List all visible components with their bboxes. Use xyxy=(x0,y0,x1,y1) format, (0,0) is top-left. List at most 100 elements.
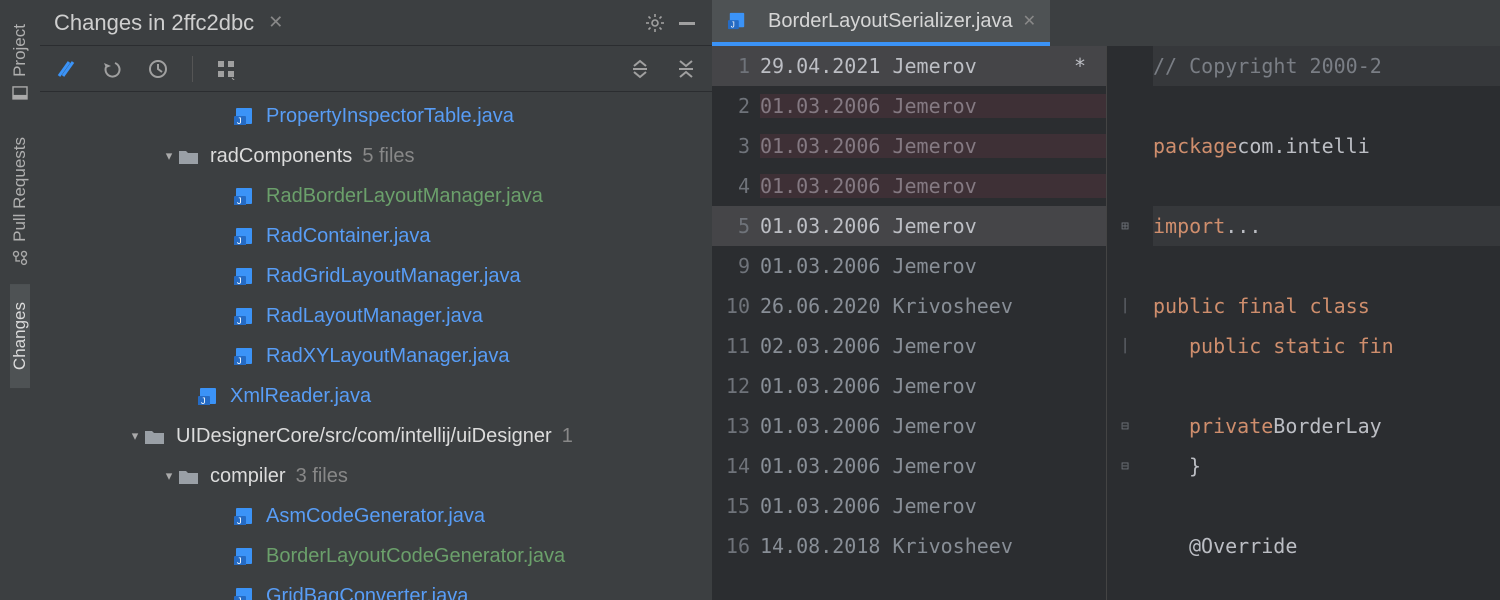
tree-item-meta: 5 files xyxy=(352,145,414,168)
tree-file-row[interactable]: AsmCodeGenerator.java xyxy=(40,496,712,536)
collapse-all-icon[interactable] xyxy=(674,57,698,81)
java-file-icon xyxy=(234,307,256,325)
tree-file-row[interactable]: GridBagConverter.java xyxy=(40,576,712,600)
tool-tab-pull-requests[interactable]: Pull Requests xyxy=(10,119,30,284)
blame-row[interactable]: 501.03.2006 Jemerov xyxy=(712,206,1106,246)
tree-item-label: compiler xyxy=(210,465,286,488)
tree-item-label: radComponents xyxy=(210,145,352,168)
changes-toolbar xyxy=(40,46,712,92)
code-token: com.intelli xyxy=(1237,134,1369,158)
pull-request-icon xyxy=(12,250,28,266)
tree-item-label: RadXYLayoutManager.java xyxy=(266,345,510,368)
code-lines[interactable]: // Copyright 2000-2 package com.intelli … xyxy=(1143,46,1500,600)
line-number: 16 xyxy=(712,534,760,558)
folder-icon xyxy=(178,467,200,485)
line-number: 12 xyxy=(712,374,760,398)
tree-item-label: RadContainer.java xyxy=(266,225,431,248)
chevron-down-icon[interactable]: ▾ xyxy=(160,468,178,484)
tree-file-row[interactable]: XmlReader.java xyxy=(40,376,712,416)
fold-line-icon: │ xyxy=(1121,286,1129,326)
gear-icon[interactable] xyxy=(644,12,666,34)
java-file-icon xyxy=(234,227,256,245)
tree-item-meta: 3 files xyxy=(286,465,348,488)
code-area[interactable]: ⊞ │ │ ⊟ ⊟ // Copyright 2000-2 package co… xyxy=(1107,46,1500,600)
java-file-icon xyxy=(234,267,256,285)
tree-item-label: RadLayoutManager.java xyxy=(266,305,483,328)
blame-row[interactable]: 901.03.2006 Jemerov xyxy=(712,246,1106,286)
changes-tree[interactable]: PropertyInspectorTable.java ▾ radComponent… xyxy=(40,92,712,600)
blame-info: 01.03.2006 Jemerov xyxy=(760,134,1106,158)
chevron-down-icon[interactable]: ▾ xyxy=(126,428,144,444)
tree-item-label: XmlReader.java xyxy=(230,385,371,408)
changes-panel: Changes in 2ffc2dbc ✕ Prop xyxy=(40,0,712,600)
minimize-icon[interactable] xyxy=(676,12,698,34)
blame-info: 29.04.2021 Jemerov* xyxy=(760,54,1106,78)
project-icon xyxy=(12,85,28,101)
tree-file-row[interactable]: PropertyInspectorTable.java xyxy=(40,96,712,136)
blame-row[interactable]: 1401.03.2006 Jemerov xyxy=(712,446,1106,486)
tree-folder-row[interactable]: ▾ compiler3 files xyxy=(40,456,712,496)
blame-row[interactable]: 201.03.2006 Jemerov xyxy=(712,86,1106,126)
blame-row[interactable]: 1201.03.2006 Jemerov xyxy=(712,366,1106,406)
blame-info: 01.03.2006 Jemerov xyxy=(760,174,1106,198)
blame-info: 01.03.2006 Jemerov xyxy=(760,494,1106,518)
changes-title-text: Changes in 2ffc2dbc xyxy=(54,10,254,36)
blame-info: 01.03.2006 Jemerov xyxy=(760,94,1106,118)
tree-item-label: GridBagConverter.java xyxy=(266,585,468,600)
java-file-icon xyxy=(234,107,256,125)
code-token: // Copyright 2000-2 xyxy=(1153,54,1382,78)
fold-expand-icon[interactable]: ⊞ xyxy=(1121,206,1129,246)
compare-prev-icon[interactable] xyxy=(54,57,78,81)
blame-info: 14.08.2018 Krivosheev xyxy=(760,534,1106,558)
code-token: package xyxy=(1153,134,1237,158)
tree-file-row[interactable]: RadBorderLayoutManager.java xyxy=(40,176,712,216)
blame-row[interactable]: 1501.03.2006 Jemerov xyxy=(712,486,1106,526)
tree-file-row[interactable]: RadContainer.java xyxy=(40,216,712,256)
editor-body: 129.04.2021 Jemerov*201.03.2006 Jemerov3… xyxy=(712,46,1500,600)
code-token: private xyxy=(1189,414,1273,438)
close-icon[interactable]: ✕ xyxy=(260,12,283,33)
tree-file-row[interactable]: RadXYLayoutManager.java xyxy=(40,336,712,376)
blame-row[interactable]: 401.03.2006 Jemerov xyxy=(712,166,1106,206)
revert-icon[interactable] xyxy=(100,57,124,81)
code-token: public final class xyxy=(1153,294,1370,318)
blame-row[interactable]: 1026.06.2020 Krivosheev xyxy=(712,286,1106,326)
line-number: 4 xyxy=(712,174,760,198)
blame-row[interactable]: 1614.08.2018 Krivosheev xyxy=(712,526,1106,566)
line-number: 5 xyxy=(712,214,760,238)
tree-file-row[interactable]: RadGridLayoutManager.java xyxy=(40,256,712,296)
tree-file-row[interactable]: RadLayoutManager.java xyxy=(40,296,712,336)
tree-item-label: UIDesignerCore/src/com/intellij/uiDesign… xyxy=(176,425,552,448)
blame-info: 01.03.2006 Jemerov xyxy=(760,214,1106,238)
history-icon[interactable] xyxy=(146,57,170,81)
code-token: import xyxy=(1153,214,1225,238)
blame-row[interactable]: 1301.03.2006 Jemerov xyxy=(712,406,1106,446)
java-file-icon xyxy=(234,507,256,525)
tree-file-row[interactable]: BorderLayoutCodeGenerator.java xyxy=(40,536,712,576)
blame-row[interactable]: 301.03.2006 Jemerov xyxy=(712,126,1106,166)
blame-row[interactable]: 1102.03.2006 Jemerov xyxy=(712,326,1106,366)
fold-end-icon[interactable]: ⊟ xyxy=(1121,446,1129,486)
java-file-icon xyxy=(726,12,748,30)
tool-window-tabs: Project Pull Requests Changes xyxy=(0,0,40,600)
blame-info: 01.03.2006 Jemerov xyxy=(760,454,1106,478)
editor-tabs: BorderLayoutSerializer.java ✕ xyxy=(712,0,1500,46)
blame-info: 01.03.2006 Jemerov xyxy=(760,254,1106,278)
tool-tab-changes[interactable]: Changes xyxy=(10,284,30,388)
group-by-icon[interactable] xyxy=(215,57,239,81)
fold-line-icon: │ xyxy=(1121,326,1129,366)
blame-info: 01.03.2006 Jemerov xyxy=(760,414,1106,438)
expand-all-icon[interactable] xyxy=(628,57,652,81)
java-file-icon xyxy=(234,347,256,365)
line-number: 9 xyxy=(712,254,760,278)
tree-item-meta: 1 xyxy=(552,425,573,448)
blame-row[interactable]: 129.04.2021 Jemerov* xyxy=(712,46,1106,86)
annotate-gutter[interactable]: 129.04.2021 Jemerov*201.03.2006 Jemerov3… xyxy=(712,46,1107,600)
tree-folder-row[interactable]: ▾ radComponents5 files xyxy=(40,136,712,176)
editor-tab[interactable]: BorderLayoutSerializer.java ✕ xyxy=(712,0,1050,46)
tree-folder-row[interactable]: ▾ UIDesignerCore/src/com/intellij/uiDesig… xyxy=(40,416,712,456)
tool-tab-project[interactable]: Project xyxy=(10,6,30,119)
chevron-down-icon[interactable]: ▾ xyxy=(160,148,178,164)
close-icon[interactable]: ✕ xyxy=(1023,11,1036,31)
fold-collapse-icon[interactable]: ⊟ xyxy=(1121,406,1129,446)
